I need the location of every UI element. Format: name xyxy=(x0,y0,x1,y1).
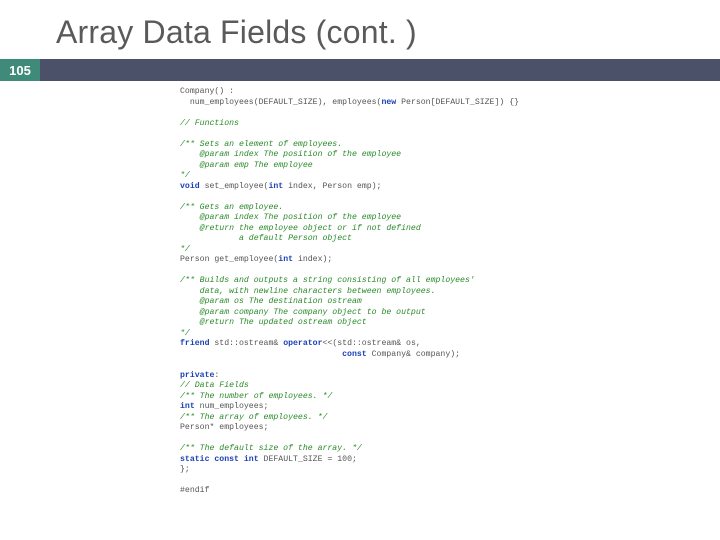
keyword-private: private xyxy=(180,371,214,380)
keyword-const: const xyxy=(180,350,367,359)
code-text: Company& company); xyxy=(367,350,460,359)
comment: /** Sets an element of employees. xyxy=(180,140,342,149)
comment: a default Person object xyxy=(180,234,352,243)
code-line: num_employees(DEFAULT_SIZE), employees( xyxy=(180,98,381,107)
code-text: num_employees; xyxy=(195,402,269,411)
code-text: index); xyxy=(293,255,332,264)
comment: @return The updated ostream object xyxy=(180,318,367,327)
code-text: set_employee( xyxy=(200,182,269,191)
header-bar: 105 xyxy=(0,59,720,81)
code-line: Company() : xyxy=(180,87,234,96)
comment: @param os The destination ostream xyxy=(180,297,362,306)
code-text: Person[DEFAULT_SIZE]) {} xyxy=(396,98,519,107)
code-text: <<(std::ostream& os, xyxy=(323,339,421,348)
comment: @param company The company object to be … xyxy=(180,308,426,317)
code-text: index, Person emp); xyxy=(283,182,381,191)
page-title: Array Data Fields (cont. ) xyxy=(56,14,720,51)
comment: */ xyxy=(180,329,190,338)
code-text: DEFAULT_SIZE = 100; xyxy=(259,455,357,464)
code-line: Person get_employee( xyxy=(180,255,278,264)
code-text: : xyxy=(214,371,219,380)
comment: data, with newline characters between em… xyxy=(180,287,436,296)
keyword-friend: friend xyxy=(180,339,209,348)
keyword-new: new xyxy=(381,98,396,107)
keyword-int: int xyxy=(239,455,259,464)
keyword-void: void xyxy=(180,182,200,191)
comment: */ xyxy=(180,245,190,254)
comment: /** Builds and outputs a string consisti… xyxy=(180,276,475,285)
comment: */ xyxy=(180,171,190,180)
code-line: Person* employees; xyxy=(180,423,268,432)
comment: /** The number of employees. */ xyxy=(180,392,332,401)
slide: Array Data Fields (cont. ) 105 Company()… xyxy=(0,0,720,540)
comment: /** The array of employees. */ xyxy=(180,413,327,422)
keyword-const: const xyxy=(209,455,238,464)
keyword-static: static xyxy=(180,455,209,464)
code-line: #endif xyxy=(180,486,209,495)
page-number-badge: 105 xyxy=(0,59,40,81)
comment: // Functions xyxy=(180,119,239,128)
code-text: std::ostream& xyxy=(209,339,283,348)
keyword-int: int xyxy=(268,182,283,191)
comment: /** The default size of the array. */ xyxy=(180,444,362,453)
keyword-int: int xyxy=(180,402,195,411)
comment: // Data Fields xyxy=(180,381,249,390)
keyword-operator: operator xyxy=(283,339,322,348)
code-block: Company() : num_employees(DEFAULT_SIZE),… xyxy=(0,81,720,497)
comment: @return the employee object or if not de… xyxy=(180,224,421,233)
comment: /** Gets an employee. xyxy=(180,203,283,212)
comment: @param index The position of the employe… xyxy=(180,150,401,159)
code-line: }; xyxy=(180,465,190,474)
title-area: Array Data Fields (cont. ) xyxy=(0,0,720,59)
keyword-int: int xyxy=(278,255,293,264)
comment: @param index The position of the employe… xyxy=(180,213,401,222)
comment: @param emp The employee xyxy=(180,161,313,170)
accent-bar xyxy=(40,59,720,81)
